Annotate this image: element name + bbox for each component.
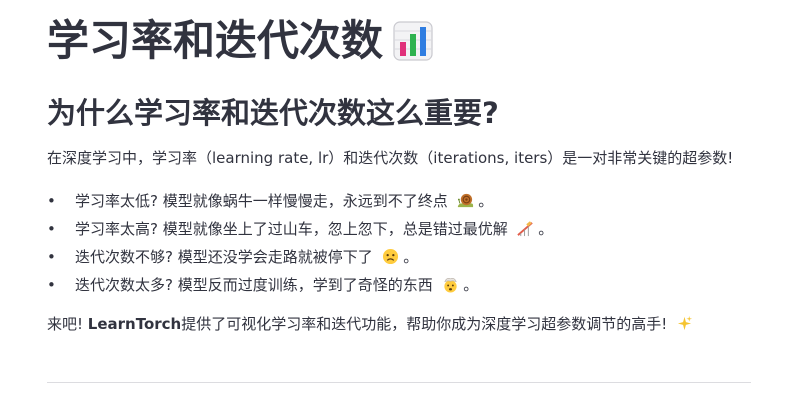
page-title-text: 学习率和迭代次数 xyxy=(47,16,384,65)
sparkles-icon xyxy=(677,315,693,331)
list-item: • 学习率太低? 模型就像蜗牛一样慢慢走，永远到不了终点 。 xyxy=(47,192,494,210)
section-heading: 为什么学习率和迭代次数这么重要? xyxy=(47,96,499,130)
list-item: • 迭代次数太多? 模型反而过度训练，学到了奇怪的东西 。 xyxy=(47,276,479,294)
intro-paragraph: 在深度学习中，学习率（learning rate, lr）和迭代次数（itera… xyxy=(47,149,734,167)
page: 学习率和迭代次数 为什么学习率和迭代次数这么重要? 在深度学习中，学习率（lea… xyxy=(0,0,788,411)
divider xyxy=(47,382,751,383)
page-title: 学习率和迭代次数 xyxy=(47,0,751,72)
exploding-head-icon xyxy=(443,278,457,293)
worried-face-icon xyxy=(382,248,398,265)
bar-chart-icon xyxy=(393,21,433,61)
list-item: • 迭代次数不够? 模型还没学会走路就被停下了 。 xyxy=(47,248,419,266)
roller-coaster-icon xyxy=(516,221,533,237)
bullet-list: • 学习率太低? 模型就像蜗牛一样慢慢走，永远到不了终点 。 • 学习率太高? … xyxy=(47,189,751,301)
list-item: • 学习率太高? 模型就像坐上了过山车，忽上忽下，总是错过最优解 。 xyxy=(47,220,554,238)
outro-paragraph: 来吧! LearnTorch提供了可视化学习率和迭代功能，帮助你成为深度学习超参… xyxy=(47,312,751,336)
brand-name: LearnTorch xyxy=(87,315,182,333)
main-content: 学习率和迭代次数 为什么学习率和迭代次数这么重要? 在深度学习中，学习率（lea… xyxy=(47,0,751,336)
snail-icon xyxy=(457,193,473,208)
